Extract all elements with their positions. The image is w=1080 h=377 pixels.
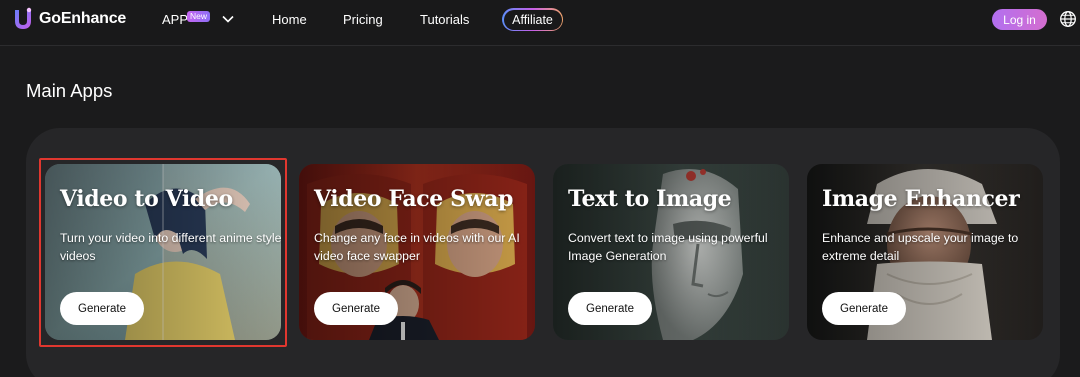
generate-button[interactable]: Generate <box>568 292 652 325</box>
nav-home[interactable]: Home <box>272 12 307 28</box>
brand-name: GoEnhance <box>39 10 127 27</box>
app-card-text-to-image[interactable]: Text to Image Convert text to image usin… <box>553 164 789 340</box>
card-description: Change any face in videos with our AI vi… <box>314 231 520 263</box>
app-card-video-face-swap[interactable]: Video Face Swap Change any face in video… <box>299 164 535 340</box>
chevron-down-icon[interactable] <box>221 14 235 24</box>
card-title: Video Face Swap <box>314 186 513 212</box>
affiliate-button[interactable]: Affiliate <box>502 8 563 31</box>
app-card-image-enhancer[interactable]: Image Enhancer Enhance and upscale your … <box>807 164 1043 340</box>
globe-icon[interactable] <box>1059 10 1077 28</box>
selected-card-highlight <box>39 158 287 347</box>
nav-tutorials[interactable]: Tutorials <box>420 12 469 28</box>
brand-logo[interactable]: GoEnhance <box>12 7 126 31</box>
generate-button[interactable]: Generate <box>314 292 398 325</box>
section-title: Main Apps <box>26 80 113 101</box>
nav-pricing[interactable]: Pricing <box>343 12 383 28</box>
top-nav: GoEnhance APP New Home Pricing Tutorials… <box>0 0 1080 46</box>
card-description: Convert text to image using powerful Ima… <box>568 231 768 263</box>
card-description: Enhance and upscale your image to extrem… <box>822 231 1019 263</box>
login-button[interactable]: Log in <box>992 9 1047 30</box>
goenhance-logo-icon <box>12 7 34 31</box>
generate-button[interactable]: Generate <box>822 292 906 325</box>
new-badge: New <box>187 11 211 22</box>
card-title: Image Enhancer <box>822 186 1020 212</box>
affiliate-label: Affiliate <box>503 9 562 30</box>
nav-app-menu[interactable]: APP <box>162 12 188 28</box>
card-title: Text to Image <box>568 186 732 212</box>
